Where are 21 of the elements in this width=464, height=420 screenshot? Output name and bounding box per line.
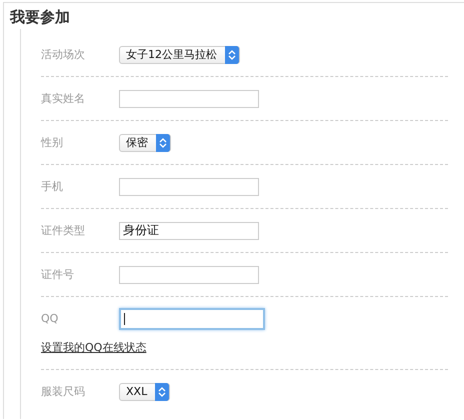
- dropdown[interactable]: XXL: [119, 382, 170, 400]
- stepper-arrows-icon: [225, 46, 239, 64]
- section-title: 我要参加: [8, 7, 70, 28]
- input-field[interactable]: [119, 178, 259, 196]
- input-field[interactable]: [119, 90, 259, 108]
- field-label: 真实姓名: [41, 91, 86, 106]
- stepper-arrows-icon: [155, 382, 170, 400]
- dropdown[interactable]: 女子12公里马拉松: [119, 46, 240, 64]
- dropdown[interactable]: 保密: [119, 134, 171, 152]
- qq-status-link[interactable]: 设置我的QQ在线状态: [41, 340, 146, 355]
- field-label: 性别: [41, 135, 64, 150]
- input-field[interactable]: [119, 266, 259, 284]
- stepper-arrows-icon: [156, 134, 170, 152]
- field-label: 活动场次: [41, 47, 86, 62]
- field-label: QQ: [41, 312, 60, 325]
- input-field[interactable]: 身份证: [119, 222, 259, 240]
- input-field[interactable]: [119, 308, 265, 330]
- field-label: 证件类型: [41, 223, 86, 238]
- field-label: 手机: [41, 179, 64, 194]
- field-label: 证件号: [41, 267, 75, 282]
- field-label: 服装尺码: [41, 384, 86, 399]
